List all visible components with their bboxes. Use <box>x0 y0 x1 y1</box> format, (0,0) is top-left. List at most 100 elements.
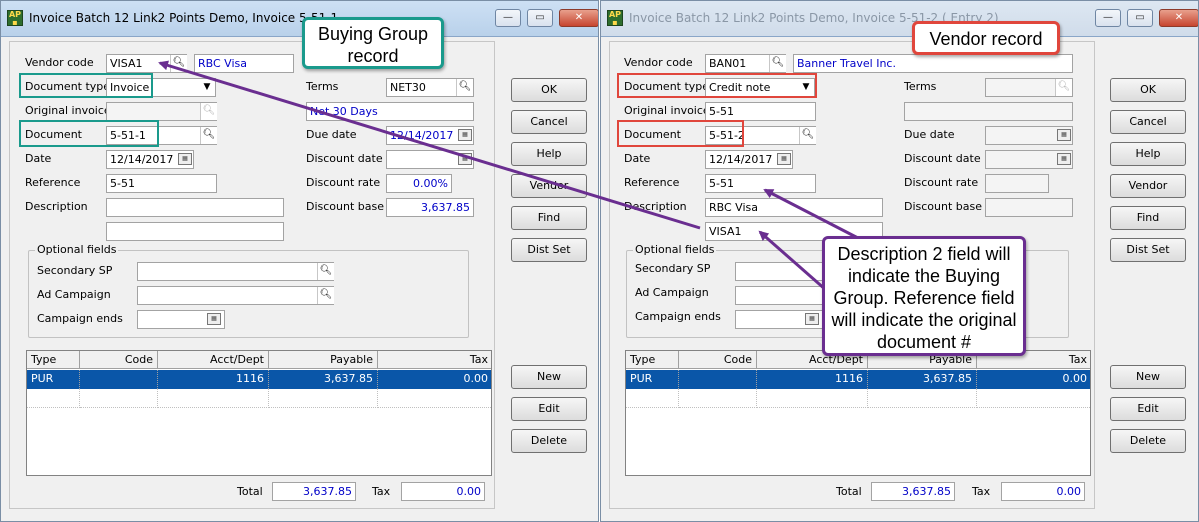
secondary-sp-label: Secondary SP <box>635 262 711 275</box>
vendor-code-finder-icon[interactable]: 🔍︎ <box>769 55 786 72</box>
empty-cell <box>679 389 757 408</box>
empty-cell <box>269 389 378 408</box>
empty-cell <box>27 389 80 408</box>
ok-button[interactable]: OK <box>1110 78 1186 102</box>
ok-button[interactable]: OK <box>511 78 587 102</box>
tax-label: Tax <box>372 485 391 498</box>
table-row-empty[interactable] <box>626 389 1090 408</box>
cancel-button[interactable]: Cancel <box>511 110 587 134</box>
cell-code <box>679 370 757 389</box>
edit-button[interactable]: Edit <box>511 397 587 421</box>
secondary-sp-finder-icon[interactable]: 🔍︎ <box>317 263 334 280</box>
document-type-label: Document type <box>25 80 111 93</box>
table-row[interactable]: PUR 1116 3,637.85 0.00 <box>27 370 491 389</box>
new-button[interactable]: New <box>511 365 587 389</box>
total-label: Total <box>836 485 862 498</box>
right-title-bar[interactable]: AP ▪ Invoice Batch 12 Link2 Points Demo, … <box>601 1 1198 37</box>
close-button[interactable]: ✕ <box>1159 9 1198 27</box>
discount-base-field[interactable]: 3,637.85 <box>386 198 474 217</box>
detail-grid[interactable]: Type Code Acct/Dept Payable Tax PUR 1116… <box>625 350 1091 476</box>
calendar-icon[interactable]: ▦ <box>178 153 192 165</box>
discount-base-field[interactable] <box>985 198 1073 217</box>
column-header-code[interactable]: Code <box>679 351 757 369</box>
total-label: Total <box>237 485 263 498</box>
calendar-icon[interactable]: ▦ <box>458 153 472 165</box>
calendar-icon[interactable]: ▦ <box>777 153 791 165</box>
buying-group-callout: Buying Group record <box>302 17 444 69</box>
cancel-button[interactable]: Cancel <box>1110 110 1186 134</box>
find-button[interactable]: Find <box>511 206 587 230</box>
empty-cell <box>757 389 868 408</box>
cell-acct: 1116 <box>757 370 868 389</box>
chevron-down-icon[interactable]: ▼ <box>799 79 813 96</box>
dist-set-button[interactable]: Dist Set <box>511 238 587 262</box>
secondary-sp-field[interactable] <box>137 262 334 281</box>
calendar-icon[interactable]: ▦ <box>458 129 472 141</box>
optional-fields-group: Optional fields Secondary SP 🔍︎ Ad Campa… <box>28 243 469 338</box>
description2-field[interactable] <box>106 222 284 241</box>
document-finder-icon[interactable]: 🔍︎ <box>799 127 816 144</box>
optional-fields-title: Optional fields <box>633 243 717 256</box>
document-label: Document <box>25 128 82 141</box>
minimize-button[interactable]: — <box>1095 9 1121 27</box>
vendor-code-finder-icon[interactable]: 🔍︎ <box>170 55 187 72</box>
description1-field[interactable]: RBC Visa <box>705 198 883 217</box>
left-title-bar[interactable]: AP ▪ Invoice Batch 12 Link2 Points Demo, … <box>1 1 598 37</box>
document-label: Document <box>624 128 681 141</box>
empty-cell <box>158 389 269 408</box>
column-header-type[interactable]: Type <box>626 351 679 369</box>
discount-rate-field[interactable]: 0.00% <box>386 174 452 193</box>
tax-label: Tax <box>972 485 991 498</box>
left-header-panel: Vendor code VISA1 🔍︎ RBC Visa Document t… <box>9 41 495 509</box>
column-header-tax[interactable]: Tax <box>378 351 491 369</box>
vendor-name-field: RBC Visa <box>194 54 294 73</box>
discount-base-label: Discount base <box>306 200 385 213</box>
calendar-icon[interactable]: ▦ <box>207 313 221 325</box>
edit-button[interactable]: Edit <box>1110 397 1186 421</box>
original-invoice-field[interactable]: 5-51 <box>705 102 816 121</box>
ad-campaign-field[interactable] <box>137 286 334 305</box>
description-label: Description <box>624 200 687 213</box>
delete-button[interactable]: Delete <box>1110 429 1186 453</box>
terms-finder-icon[interactable]: 🔍︎ <box>456 79 473 96</box>
description-label: Description <box>25 200 88 213</box>
vendor-name-field: Banner Travel Inc. <box>793 54 1073 73</box>
detail-grid[interactable]: Type Code Acct/Dept Payable Tax PUR 1116… <box>26 350 492 476</box>
grid-header: Type Code Acct/Dept Payable Tax <box>27 351 491 369</box>
close-button[interactable]: ✕ <box>559 9 598 27</box>
help-button[interactable]: Help <box>1110 142 1186 166</box>
cell-tax: 0.00 <box>378 370 491 389</box>
secondary-sp-label: Secondary SP <box>37 264 113 277</box>
new-button[interactable]: New <box>1110 365 1186 389</box>
vendor-button[interactable]: Vendor <box>1110 174 1186 198</box>
terms-label: Terms <box>904 80 937 93</box>
reference-field[interactable]: 5-51 <box>705 174 816 193</box>
table-row[interactable]: PUR 1116 3,637.85 0.00 <box>626 370 1090 389</box>
delete-button[interactable]: Delete <box>511 429 587 453</box>
column-header-type[interactable]: Type <box>27 351 80 369</box>
empty-cell <box>868 389 977 408</box>
maximize-button[interactable]: ▭ <box>527 9 553 27</box>
table-row-empty[interactable] <box>27 389 491 408</box>
vendor-button[interactable]: Vendor <box>511 174 587 198</box>
discount-date-label: Discount date <box>904 152 981 165</box>
find-button[interactable]: Find <box>1110 206 1186 230</box>
ad-campaign-label: Ad Campaign <box>635 286 709 299</box>
column-header-acct[interactable]: Acct/Dept <box>158 351 269 369</box>
column-header-payable[interactable]: Payable <box>269 351 378 369</box>
reference-field[interactable]: 5-51 <box>106 174 217 193</box>
calendar-icon: ▦ <box>1057 153 1071 165</box>
description1-field[interactable] <box>106 198 284 217</box>
discount-rate-field[interactable] <box>985 174 1049 193</box>
ad-campaign-finder-icon[interactable]: 🔍︎ <box>317 287 334 304</box>
empty-cell <box>626 389 679 408</box>
calendar-icon[interactable]: ▦ <box>805 313 819 325</box>
dist-set-button[interactable]: Dist Set <box>1110 238 1186 262</box>
maximize-button[interactable]: ▭ <box>1127 9 1153 27</box>
help-button[interactable]: Help <box>511 142 587 166</box>
minimize-button[interactable]: — <box>495 9 521 27</box>
document-finder-icon[interactable]: 🔍︎ <box>200 127 217 144</box>
chevron-down-icon[interactable]: ▼ <box>200 79 214 96</box>
total-field: 3,637.85 <box>272 482 356 501</box>
column-header-code[interactable]: Code <box>80 351 158 369</box>
